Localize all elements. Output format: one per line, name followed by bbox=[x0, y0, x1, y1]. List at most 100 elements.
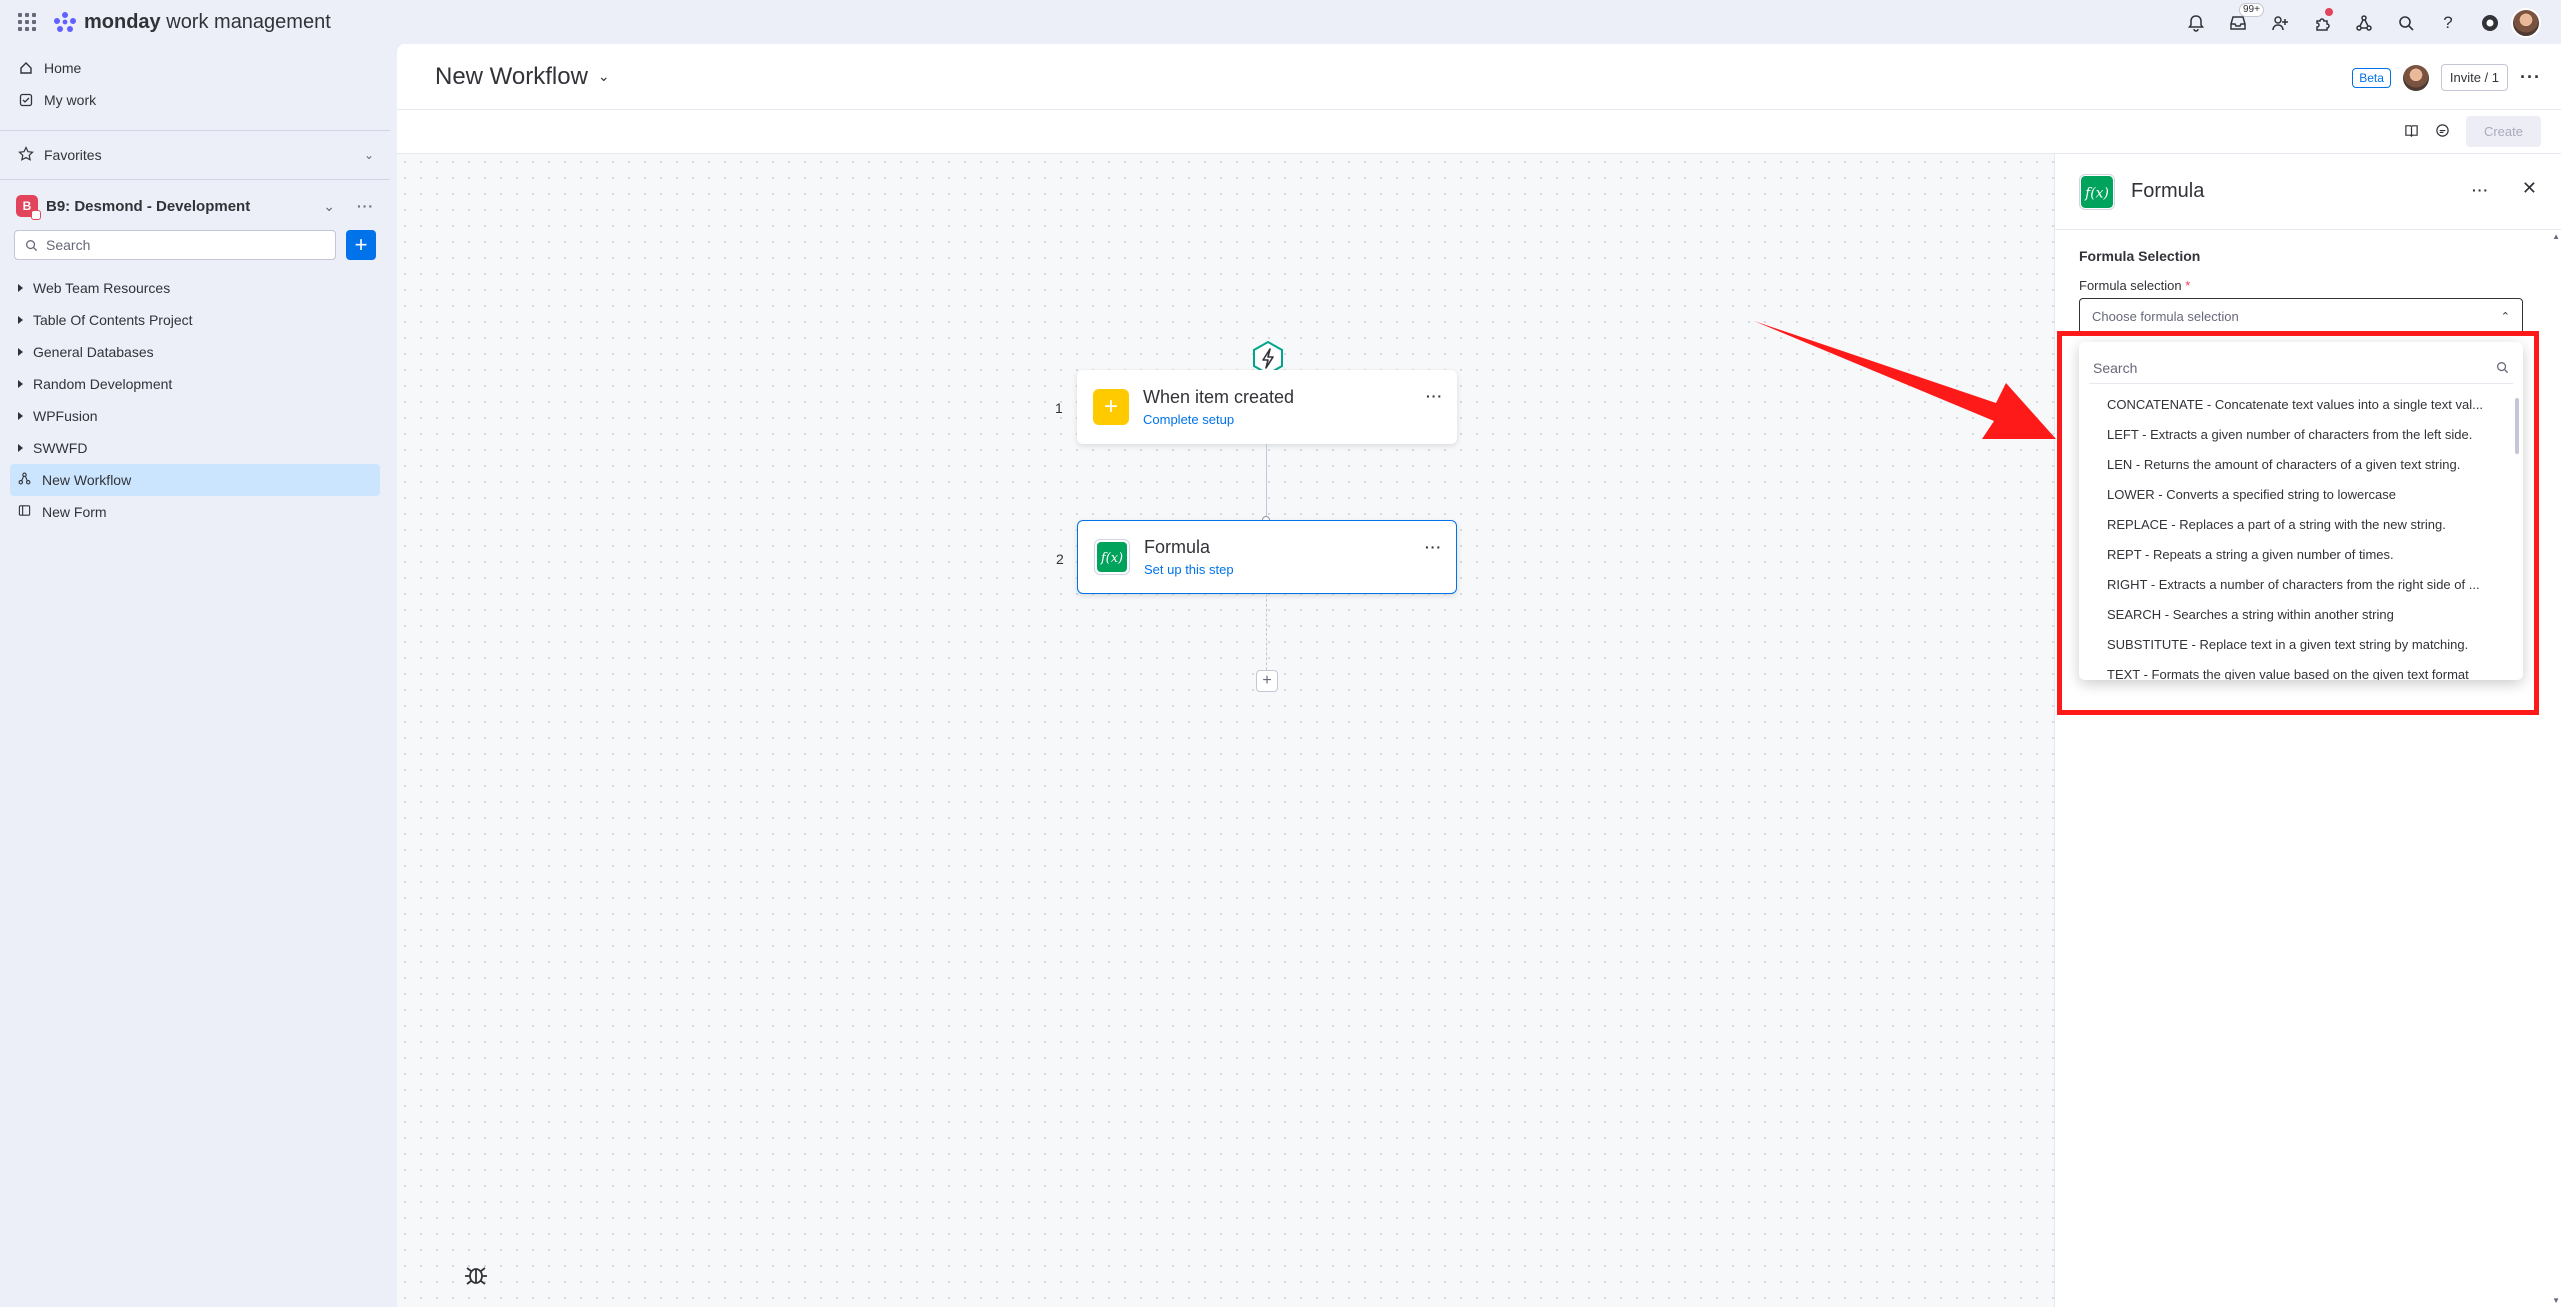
scroll-up-icon[interactable]: ▲ bbox=[2552, 232, 2560, 241]
home-mini-icon bbox=[31, 210, 41, 220]
top-bar: monday work management 99+ ? bbox=[0, 0, 2561, 44]
tree-item-folder[interactable]: Table Of Contents Project bbox=[10, 304, 380, 336]
beta-badge: Beta bbox=[2352, 67, 2391, 88]
tree-item-folder[interactable]: General Databases bbox=[10, 336, 380, 368]
inbox-icon[interactable]: 99+ bbox=[2217, 3, 2264, 37]
scroll-down-icon[interactable]: ▼ bbox=[2552, 1296, 2560, 1305]
tree-item-folder[interactable]: WPFusion bbox=[10, 400, 380, 432]
home-icon bbox=[18, 60, 34, 76]
search-icon bbox=[26, 239, 38, 251]
tree-item-folder[interactable]: Web Team Resources bbox=[10, 272, 380, 304]
app-switcher-icon[interactable] bbox=[18, 13, 36, 31]
tree-item-label: Web Team Resources bbox=[33, 280, 171, 296]
workflow-node-trigger[interactable]: 1 + When item created Complete setup ··· bbox=[1055, 370, 1457, 444]
favorites-label: Favorites bbox=[44, 147, 102, 163]
help-icon[interactable]: ? bbox=[2427, 9, 2469, 37]
add-item-button[interactable]: + bbox=[346, 230, 376, 260]
collaborator-avatar[interactable] bbox=[2402, 64, 2429, 91]
section-title: Formula Selection bbox=[2079, 248, 2201, 264]
node-more-icon[interactable]: ··· bbox=[1426, 388, 1443, 404]
svg-text:f(x): f(x) bbox=[1100, 551, 1123, 566]
tree-item-label: WPFusion bbox=[33, 408, 98, 424]
caret-right-icon[interactable] bbox=[18, 412, 23, 420]
notifications-icon[interactable] bbox=[2175, 9, 2217, 37]
set-up-step-link[interactable]: Set up this step bbox=[1144, 562, 1234, 577]
close-icon[interactable]: ✕ bbox=[2522, 178, 2537, 199]
svg-text:f(x): f(x) bbox=[2084, 185, 2109, 201]
chevron-down-icon[interactable]: ⌄ bbox=[364, 148, 374, 162]
tree-item-label: Random Development bbox=[33, 376, 173, 392]
nav-my-work[interactable]: My work bbox=[16, 84, 374, 116]
star-icon bbox=[18, 145, 34, 165]
favorites-section[interactable]: Favorites ⌄ bbox=[0, 137, 390, 173]
workspace-tree: Web Team Resources Table Of Contents Pro… bbox=[0, 272, 390, 528]
sidebar: Home My work Favorites ⌄ B B9: Desmond -… bbox=[0, 44, 390, 1307]
complete-setup-link[interactable]: Complete setup bbox=[1143, 412, 1294, 427]
annotation-arrow-icon bbox=[1754, 321, 2056, 439]
sidebar-search-placeholder: Search bbox=[46, 237, 91, 253]
node-number: 1 bbox=[1055, 400, 1063, 416]
tree-item-label: New Workflow bbox=[42, 472, 132, 488]
tree-item-label: New Form bbox=[42, 504, 107, 520]
workflow-node-formula[interactable]: 2 f(x) Formula Set up this step ··· bbox=[1056, 520, 1457, 594]
page-header: New Workflow ⌄ Beta Invite / 1 ··· bbox=[397, 44, 2561, 110]
tree-item-folder[interactable]: SWWFD bbox=[10, 432, 380, 464]
sidebar-divider bbox=[0, 179, 390, 180]
tree-item-label: General Databases bbox=[33, 344, 154, 360]
page-title[interactable]: New Workflow ⌄ bbox=[435, 63, 610, 91]
panel-scrollbar[interactable]: ▲ ▼ bbox=[2551, 230, 2561, 1307]
workspace-avatar: B bbox=[16, 195, 41, 220]
nav-home-label: Home bbox=[44, 60, 82, 76]
chevron-down-icon[interactable]: ⌄ bbox=[598, 68, 610, 85]
node-number: 2 bbox=[1056, 551, 1064, 567]
chat-icon[interactable] bbox=[2435, 123, 2450, 141]
tree-item-folder[interactable]: Random Development bbox=[10, 368, 380, 400]
brand-name[interactable]: monday work management bbox=[84, 11, 331, 34]
tree-item-new-workflow[interactable]: New Workflow bbox=[10, 464, 380, 496]
apps-icon[interactable] bbox=[2301, 8, 2343, 37]
caret-right-icon[interactable] bbox=[18, 444, 23, 452]
annotation-highlight-box bbox=[2057, 331, 2539, 715]
workspace-selector[interactable]: B B9: Desmond - Development ⌄ ··· bbox=[0, 186, 390, 226]
page-title-text: New Workflow bbox=[435, 62, 588, 90]
tree-item-label: Table Of Contents Project bbox=[33, 312, 193, 328]
required-mark: * bbox=[2185, 278, 2191, 293]
nav-my-work-label: My work bbox=[44, 92, 97, 108]
tree-item-new-form[interactable]: New Form bbox=[10, 496, 380, 528]
user-avatar[interactable] bbox=[2511, 8, 2541, 38]
panel-header: f(x) Formula ··· ✕ bbox=[2055, 154, 2561, 230]
monday-ai-icon[interactable] bbox=[2469, 9, 2511, 37]
formula-icon: f(x) bbox=[1094, 539, 1130, 575]
my-work-icon bbox=[18, 92, 34, 108]
sidebar-search-input[interactable]: Search bbox=[14, 230, 336, 260]
caret-right-icon[interactable] bbox=[18, 284, 23, 292]
nav-home[interactable]: Home bbox=[16, 52, 374, 84]
workspace-chevron-icon[interactable]: ⌄ bbox=[323, 198, 335, 215]
formula-icon: f(x) bbox=[2079, 173, 2115, 210]
workspace-more-icon[interactable]: ··· bbox=[357, 198, 374, 215]
node-connector-dashed bbox=[1266, 594, 1267, 670]
integrations-icon[interactable] bbox=[2343, 9, 2385, 37]
formula-select[interactable]: Choose formula selection ⌃ bbox=[2079, 298, 2523, 334]
bug-report-icon[interactable] bbox=[463, 1262, 489, 1295]
panel-more-icon[interactable]: ··· bbox=[2472, 182, 2489, 198]
node-title: Formula bbox=[1144, 537, 1211, 557]
create-button[interactable]: Create bbox=[2465, 116, 2541, 147]
select-placeholder: Choose formula selection bbox=[2092, 308, 2239, 324]
monday-logo-icon[interactable] bbox=[52, 10, 78, 34]
caret-right-icon[interactable] bbox=[18, 316, 23, 324]
node-connector bbox=[1266, 444, 1267, 520]
formula-side-panel: f(x) Formula ··· ✕ Formula Selection For… bbox=[2054, 154, 2561, 1307]
field-label: Formula selection * bbox=[2079, 278, 2191, 293]
caret-right-icon[interactable] bbox=[18, 348, 23, 356]
caret-right-icon[interactable] bbox=[18, 380, 23, 388]
node-title: When item created bbox=[1143, 387, 1295, 407]
more-options-icon[interactable]: ··· bbox=[2520, 67, 2541, 88]
book-icon[interactable] bbox=[2404, 123, 2419, 141]
invite-members-icon[interactable] bbox=[2259, 9, 2301, 37]
invite-button[interactable]: Invite / 1 bbox=[2440, 64, 2509, 91]
search-icon[interactable] bbox=[2385, 9, 2427, 37]
form-icon bbox=[18, 504, 32, 520]
node-more-icon[interactable]: ··· bbox=[1425, 539, 1442, 555]
add-step-button[interactable]: + bbox=[1256, 670, 1278, 692]
